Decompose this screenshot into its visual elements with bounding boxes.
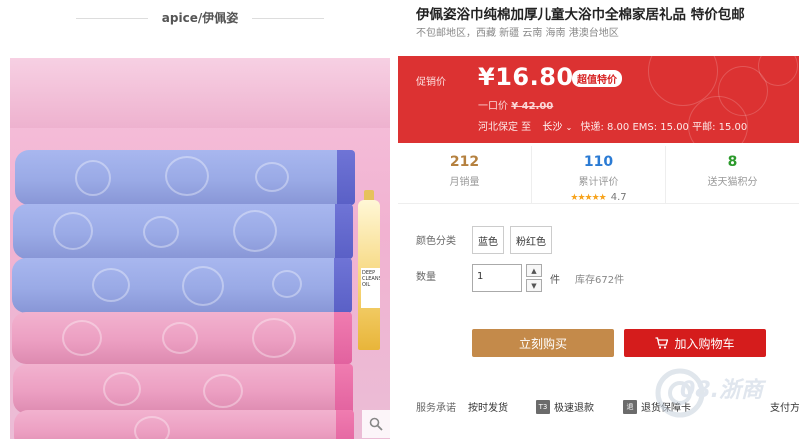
original-price-row: 一口价 ¥ 42.00 — [478, 97, 553, 112]
towel-blue-1 — [15, 150, 355, 205]
original-price: ¥ 42.00 — [511, 101, 554, 112]
bottle-label: DEEP CLEANSING OIL — [361, 268, 380, 308]
buy-now-button[interactable]: 立刻购买 — [472, 329, 614, 357]
tmall-points: 8 送天猫积分 — [666, 146, 799, 203]
promo-price: ¥16.80 — [478, 63, 574, 91]
add-to-cart-label: 加入购物车 — [674, 336, 735, 351]
service-refund-text: 极速退款 — [554, 403, 594, 414]
product-main-image[interactable] — [10, 58, 390, 439]
monthly-sales-value: 212 — [449, 154, 480, 170]
price-panel: 促销价 ¥16.80 超值特价 一口价 ¥ 42.00 河北保定 至 长沙 ⌄ … — [398, 56, 799, 143]
quantity-input[interactable]: 1 — [472, 264, 522, 292]
review-count[interactable]: 110 累计评价 ★★★★★ 4.7 — [532, 146, 666, 203]
color-option-pink[interactable]: 粉红色 — [510, 226, 552, 254]
quantity-increase-button[interactable]: ▲ — [526, 264, 542, 277]
arrow-up-icon: ▲ — [531, 266, 537, 275]
shipping-row: 河北保定 至 长沙 ⌄ 快递: 8.00 EMS: 15.00 平邮: 15.0… — [478, 118, 747, 133]
quantity-decrease-button[interactable]: ▼ — [526, 279, 542, 292]
review-count-value[interactable]: 110 — [532, 154, 665, 170]
buy-now-label: 立刻购买 — [518, 336, 567, 351]
destination-city-select[interactable]: 长沙 ⌄ — [542, 122, 572, 133]
towel-blue-2 — [13, 204, 353, 259]
monthly-sales-label: 月销量 — [449, 177, 480, 188]
original-price-label: 一口价 — [478, 101, 508, 112]
service-fast-refund[interactable]: T3 极速退款 — [536, 399, 594, 414]
towel-pink-3 — [14, 410, 354, 439]
special-price-badge: 超值特价 — [572, 70, 622, 87]
color-option-blue[interactable]: 蓝色 — [472, 226, 504, 254]
tmall-points-label: 送天猫积分 — [707, 177, 758, 188]
service-ontime-shipping[interactable]: 按时发货 — [468, 399, 508, 414]
t3-badge-icon: T3 — [536, 399, 550, 414]
cart-icon — [655, 337, 669, 349]
zoom-button[interactable] — [362, 410, 390, 438]
tmall-points-value: 8 — [727, 154, 738, 170]
service-ontime-text: 按时发货 — [468, 403, 508, 414]
service-payment[interactable]: 支付方 — [770, 399, 799, 414]
towel-pink-1 — [12, 312, 352, 364]
towel-pink-2 — [13, 364, 353, 414]
rating-score: 4.7 — [610, 192, 627, 203]
magnifier-icon — [369, 417, 383, 431]
towel-blue-3 — [12, 258, 352, 313]
chevron-down-icon: ⌄ — [565, 123, 573, 132]
shop-name[interactable]: apice/伊佩姿 — [0, 9, 400, 26]
shipping-fees: 快递: 8.00 EMS: 15.00 平邮: 15.00 — [580, 122, 748, 133]
quantity-unit: 件 — [550, 275, 560, 286]
product-gallery: apice/伊佩姿 DEEP CLEAN OIL — [0, 0, 398, 439]
site-watermark-text: 08.浙商 — [680, 378, 763, 403]
color-option-label: 颜色分类 — [416, 236, 456, 247]
stock-count: 库存672件 — [575, 275, 625, 286]
promo-price-label: 促销价 — [416, 77, 446, 88]
add-to-cart-button[interactable]: 加入购物车 — [624, 329, 766, 357]
arrow-down-icon: ▼ — [531, 281, 537, 290]
monthly-sales: 212 月销量 — [398, 146, 532, 203]
shipping-exclusion-note: 不包邮地区，西藏 新疆 云南 海南 港澳台地区 — [416, 28, 619, 39]
ship-from: 河北保定 至 — [478, 122, 532, 133]
service-payment-text: 支付方 — [770, 403, 799, 414]
image-backdrop — [10, 58, 390, 128]
service-label: 服务承诺 — [416, 403, 456, 414]
quantity-label: 数量 — [416, 272, 436, 283]
product-title: 伊佩姿浴巾纯棉加厚儿童大浴巾全棉家居礼品 特价包邮 — [416, 7, 745, 23]
destination-city: 长沙 — [542, 122, 563, 133]
review-count-label: 累计评价 — [578, 177, 619, 188]
stats-bar: 212 月销量 110 累计评价 ★★★★★ 4.7 8 送天猫积分 — [398, 146, 799, 204]
rating-stars-icon: ★★★★★ — [570, 193, 606, 203]
return-badge-icon: 退 — [623, 399, 637, 414]
